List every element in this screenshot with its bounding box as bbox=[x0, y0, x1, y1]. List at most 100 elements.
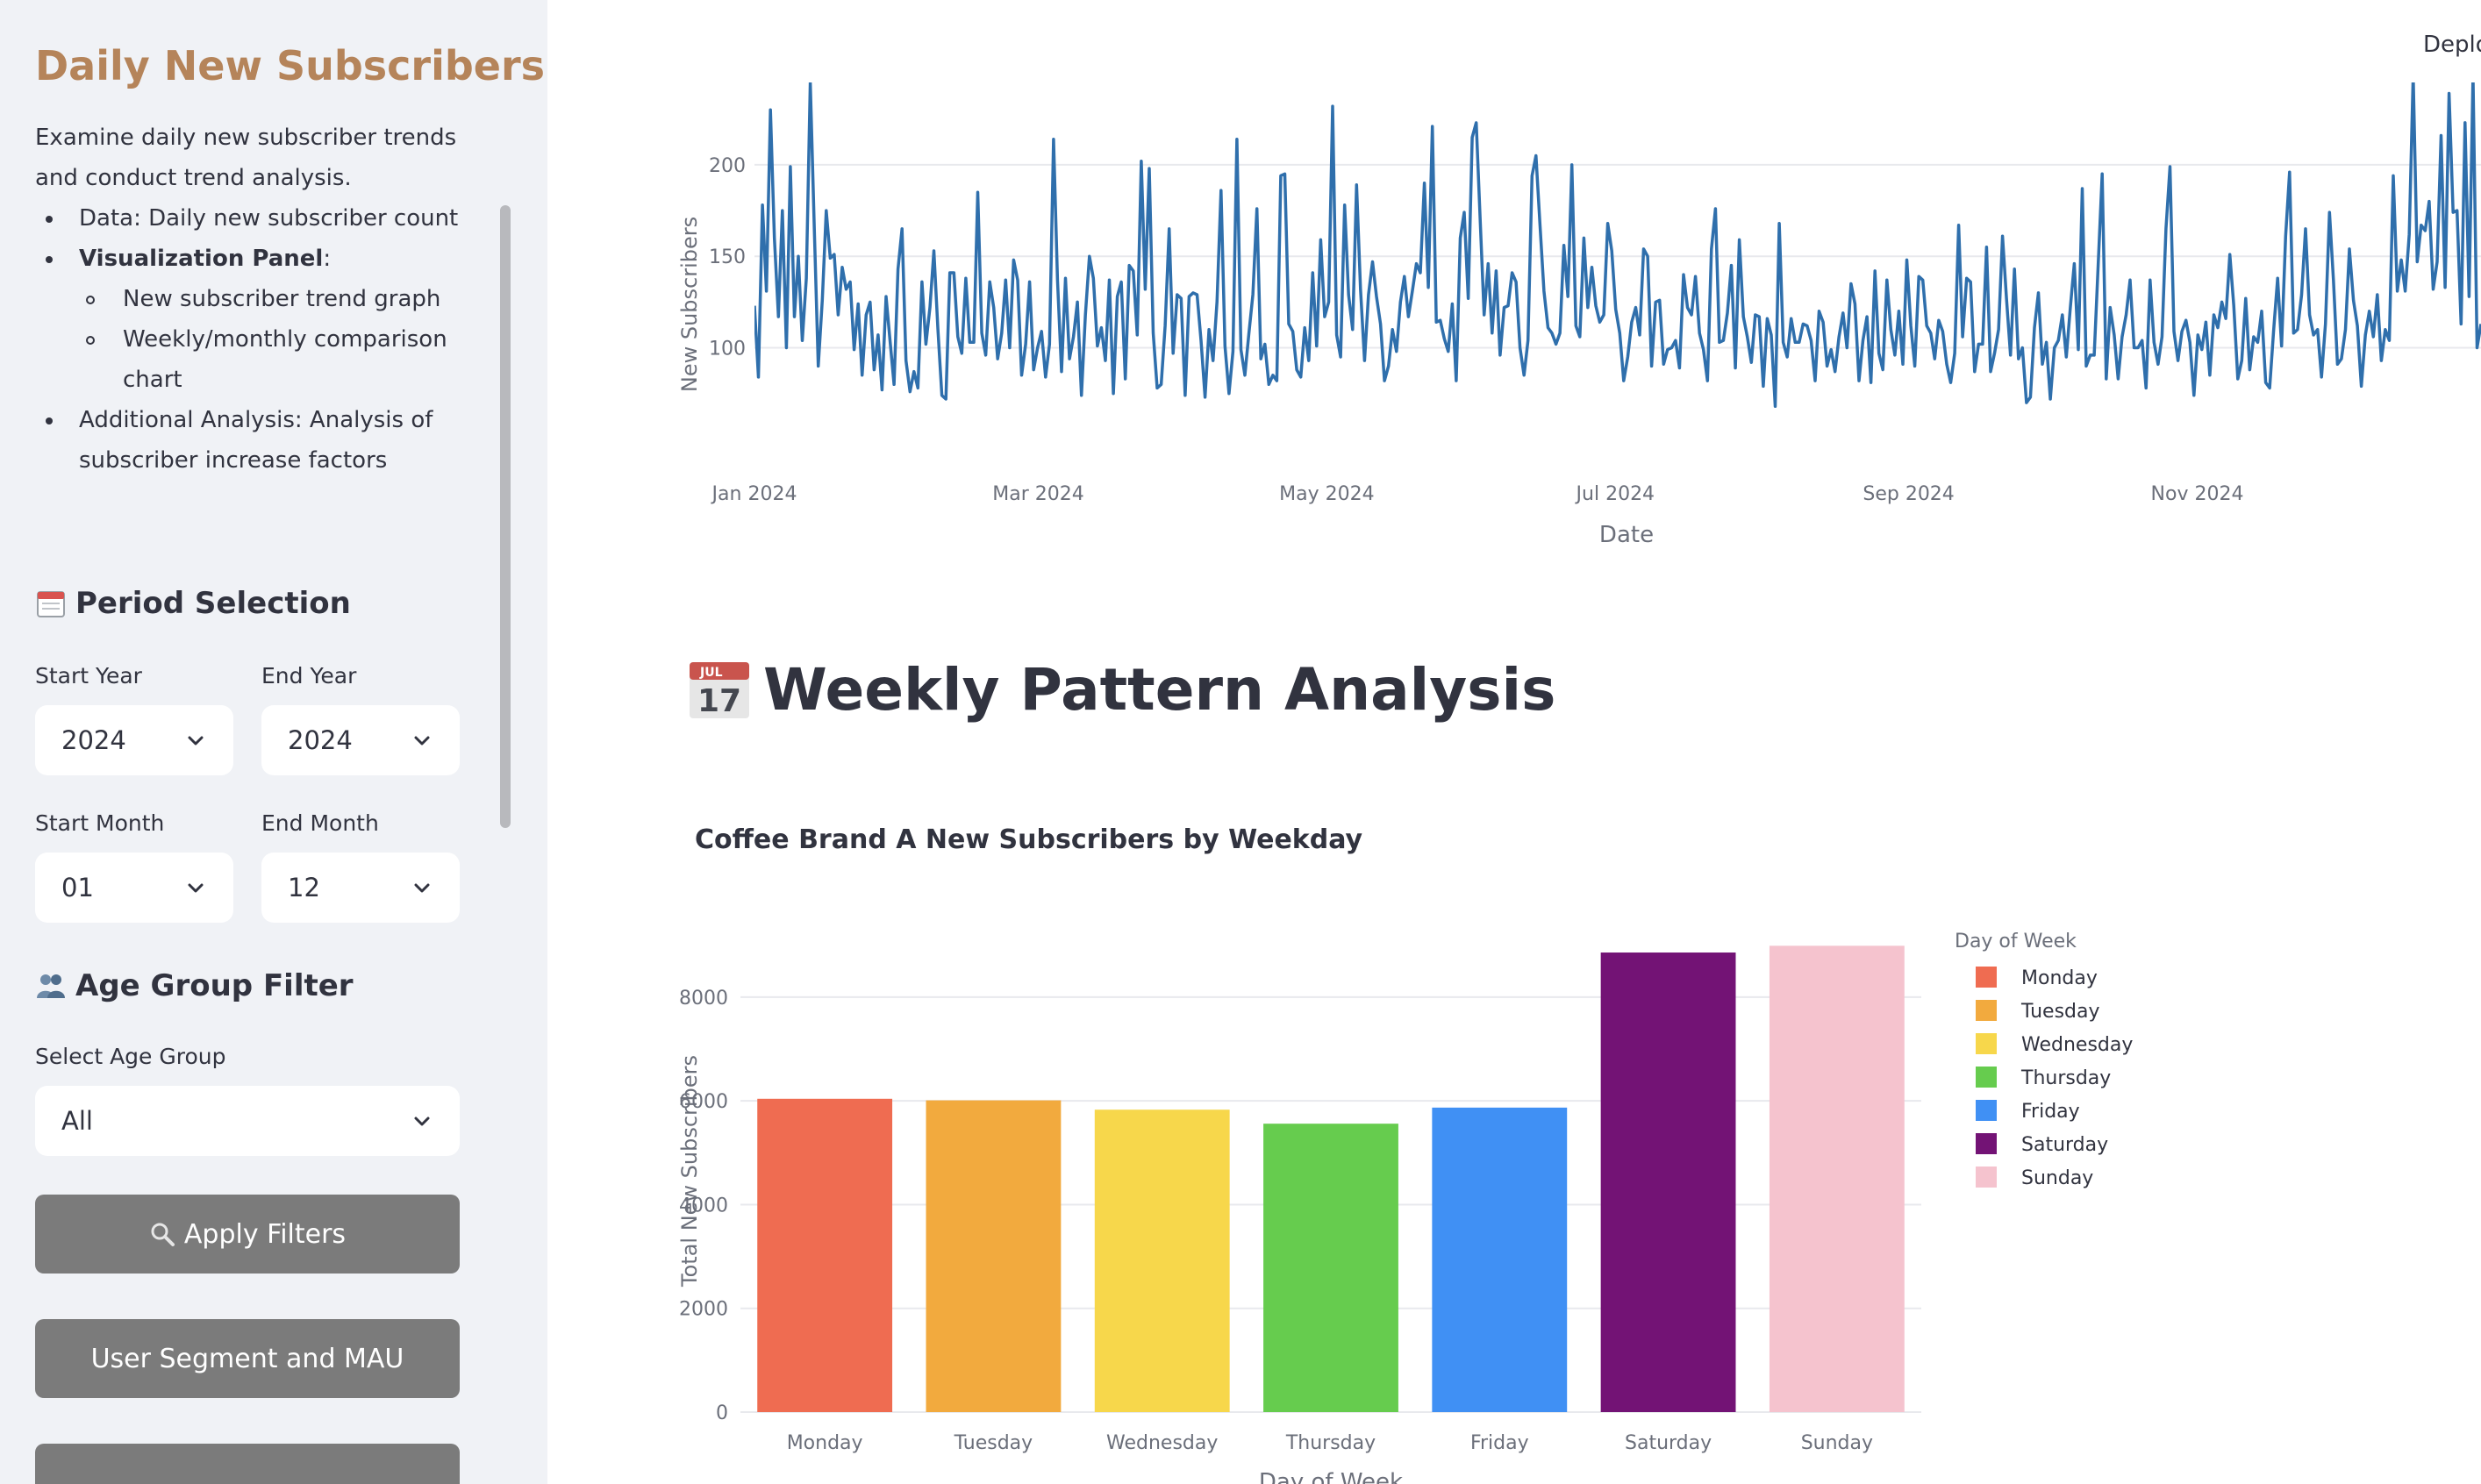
legend-label: Monday bbox=[2021, 967, 2098, 989]
main-content: Deplo 100 150 200 Jan 2024 Mar 2024 May 2024 J… bbox=[547, 0, 2481, 1484]
apply-filters-button[interactable]: Apply Filters bbox=[35, 1195, 460, 1274]
bar-thursday bbox=[1263, 1124, 1398, 1412]
bar-chart-title: Coffee Brand A New Subscribers by Weekda… bbox=[695, 824, 1363, 855]
bar-friday bbox=[1432, 1107, 1568, 1412]
y-tick-label: 200 bbox=[709, 155, 746, 177]
weekday-bar-chart: 02000400060008000Monday Tuesday Wednesday T… bbox=[677, 931, 2133, 1484]
people-icon bbox=[37, 974, 65, 998]
x-tick-label: Sunday bbox=[1801, 1432, 1873, 1454]
legend-swatch bbox=[1976, 1000, 1997, 1021]
bullet-additional-text: Additional Analysis: Analysis of subscri… bbox=[79, 407, 433, 474]
sidebar-bullet-list: Data: Daily new subscriber count Visuali… bbox=[35, 198, 491, 481]
weekly-pattern-heading: JUL 17 Weekly Pattern Analysis bbox=[688, 656, 1555, 724]
start-year-select[interactable]: 2024 bbox=[35, 705, 233, 775]
x-tick-label: Mar 2024 bbox=[992, 483, 1084, 505]
legend-title: Day of Week bbox=[1955, 931, 2077, 952]
legend-swatch bbox=[1976, 1100, 1997, 1121]
chevron-down-icon bbox=[411, 876, 433, 899]
legend-label: Sunday bbox=[2021, 1167, 2093, 1189]
start-month-select[interactable]: 01 bbox=[35, 853, 233, 923]
age-group-value: All bbox=[61, 1106, 93, 1136]
end-year-label: End Year bbox=[261, 663, 357, 688]
bullet-data-text: Data: Daily new subscriber count bbox=[79, 205, 459, 232]
y-tick-label: 100 bbox=[709, 339, 746, 360]
start-year-value: 2024 bbox=[61, 725, 126, 755]
bullet-sub1-text: New subscriber trend graph bbox=[123, 286, 441, 312]
calendar-icon-day: 17 bbox=[697, 683, 741, 719]
app-window: Daily New Subscribers Examine daily new … bbox=[0, 0, 2481, 1484]
x-tick-label: Friday bbox=[1470, 1432, 1529, 1454]
legend-label: Saturday bbox=[2021, 1134, 2108, 1156]
end-month-select[interactable]: 12 bbox=[261, 853, 460, 923]
apply-filters-label: Apply Filters bbox=[183, 1218, 347, 1250]
bar-wednesday bbox=[1094, 1109, 1230, 1412]
chevron-down-icon bbox=[184, 876, 207, 899]
period-selection-heading: Period Selection bbox=[35, 586, 351, 621]
legend-swatch bbox=[1976, 967, 1997, 988]
x-tick-label: Tuesday bbox=[954, 1432, 1033, 1454]
y-tick-label: 8000 bbox=[679, 988, 728, 1010]
legend-label: Tuesday bbox=[2020, 1001, 2100, 1023]
x-tick-label: Jan 2024 bbox=[711, 483, 797, 505]
deploy-button[interactable]: Deplo bbox=[2423, 32, 2481, 58]
end-year-select[interactable]: 2024 bbox=[261, 705, 460, 775]
age-group-heading: Age Group Filter bbox=[35, 968, 354, 1003]
x-tick-label: Sep 2024 bbox=[1863, 483, 1954, 505]
bullet-sub2-text: Weekly/monthly comparison chart bbox=[123, 326, 447, 393]
y-axis-label: Total New Subscribers bbox=[677, 1055, 702, 1288]
legend-swatch bbox=[1976, 1033, 1997, 1054]
y-tick-label: 2000 bbox=[679, 1299, 728, 1321]
chevron-down-icon bbox=[184, 729, 207, 752]
x-tick-label: Saturday bbox=[1625, 1432, 1712, 1454]
weekly-heading-text: Weekly Pattern Analysis bbox=[763, 656, 1556, 724]
legend-label: Thursday bbox=[2020, 1067, 2111, 1089]
y-axis-label: New Subscribers bbox=[677, 217, 702, 392]
list-item: New subscriber trend graph bbox=[35, 279, 491, 319]
user-segment-mau-button[interactable]: User Segment and MAU bbox=[35, 1319, 460, 1398]
age-group-label: Age Group Filter bbox=[75, 968, 354, 1003]
y-tick-label: 150 bbox=[709, 246, 746, 268]
end-month-label: End Month bbox=[261, 810, 379, 836]
legend-swatch bbox=[1976, 1133, 1997, 1154]
end-year-value: 2024 bbox=[288, 725, 353, 755]
calendar-date-icon: JUL 17 bbox=[690, 661, 749, 719]
series-line bbox=[754, 82, 2481, 409]
sidebar-scrollbar[interactable] bbox=[500, 205, 511, 828]
bullet-viz-text: Visualization Panel bbox=[79, 246, 324, 272]
daily-subscribers-line-chart: 100 150 200 Jan 2024 Mar 2024 May 2024 Jul 202… bbox=[677, 82, 2481, 548]
list-item: Visualization Panel: bbox=[35, 239, 491, 279]
sidebar-title: Daily New Subscribers bbox=[35, 42, 546, 89]
start-month-value: 01 bbox=[61, 873, 94, 903]
list-item: Weekly/monthly comparison chart bbox=[35, 319, 491, 400]
magnifier-icon bbox=[151, 1223, 175, 1246]
user-segment-mau-label: User Segment and MAU bbox=[90, 1343, 404, 1374]
x-tick-label: Wednesday bbox=[1106, 1432, 1218, 1454]
x-tick-label: Monday bbox=[787, 1432, 863, 1454]
age-group-select[interactable]: All bbox=[35, 1086, 460, 1156]
end-month-value: 12 bbox=[288, 873, 320, 903]
y-tick-label: 0 bbox=[716, 1402, 728, 1424]
legend-label: Wednesday bbox=[2021, 1034, 2133, 1056]
sidebar: Daily New Subscribers Examine daily new … bbox=[0, 0, 547, 1484]
x-tick-label: Jul 2024 bbox=[1575, 483, 1655, 505]
list-item: Data: Daily new subscriber count bbox=[35, 198, 491, 239]
next-nav-button[interactable] bbox=[35, 1444, 460, 1484]
legend-swatch bbox=[1976, 1167, 1997, 1188]
age-select-label: Select Age Group bbox=[35, 1044, 226, 1069]
sidebar-intro: Examine daily new subscriber trends and … bbox=[35, 125, 457, 191]
bar-tuesday bbox=[926, 1100, 1062, 1412]
x-tick-label: Nov 2024 bbox=[2151, 483, 2244, 505]
bar-monday bbox=[757, 1098, 893, 1412]
calendar-icon-month: JUL bbox=[699, 666, 723, 680]
period-selection-label: Period Selection bbox=[75, 586, 351, 621]
legend-swatch bbox=[1976, 1067, 1997, 1088]
calendar-icon bbox=[37, 591, 65, 617]
x-axis-label: Day of Week bbox=[1259, 1469, 1403, 1484]
x-axis-label: Date bbox=[1599, 522, 1654, 548]
x-tick-label: May 2024 bbox=[1279, 483, 1374, 505]
start-year-label: Start Year bbox=[35, 663, 142, 688]
bar-saturday bbox=[1600, 952, 1736, 1412]
chevron-down-icon bbox=[411, 729, 433, 752]
legend-label: Friday bbox=[2021, 1101, 2080, 1123]
bar-sunday bbox=[1769, 945, 1905, 1412]
